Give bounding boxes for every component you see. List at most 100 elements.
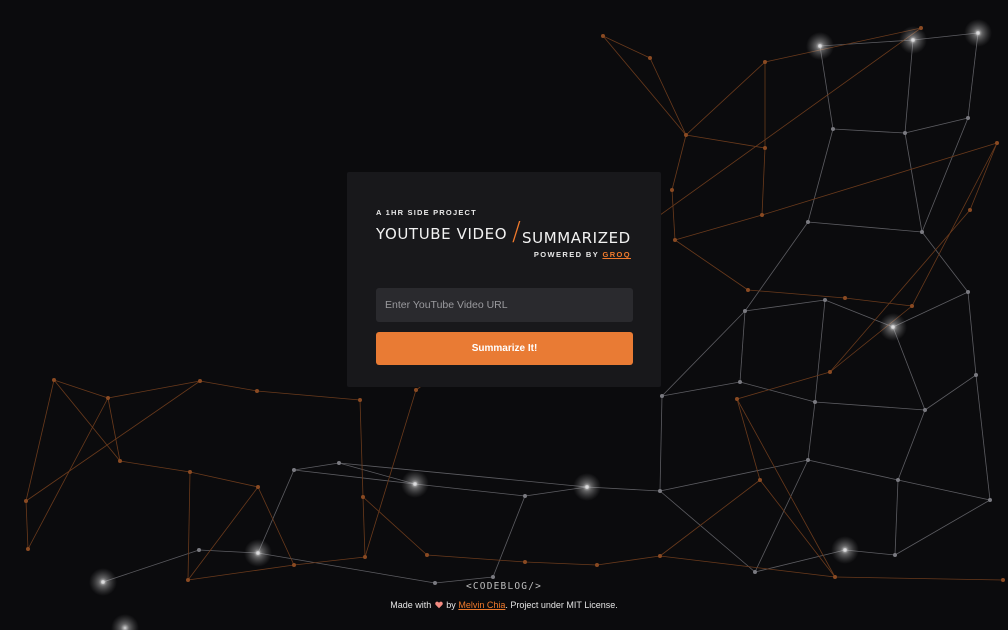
network-edge: [338, 462, 588, 488]
network-node: [831, 127, 835, 131]
network-node: [24, 499, 28, 503]
network-edge: [834, 576, 1004, 581]
network-node: [670, 188, 674, 192]
network-edge: [894, 479, 899, 556]
title-slash: /: [512, 217, 521, 247]
network-node: [893, 553, 897, 557]
network-edge: [293, 469, 416, 485]
network-edge: [759, 479, 836, 578]
network-edge: [187, 564, 295, 581]
network-node: [361, 495, 365, 499]
network-node: [833, 575, 837, 579]
network-edge: [27, 397, 109, 550]
network-node: [903, 131, 907, 135]
network-edge: [492, 495, 526, 578]
network-edge: [739, 381, 816, 403]
network-glow: [573, 473, 601, 501]
network-node: [896, 478, 900, 482]
network-edge: [807, 128, 834, 223]
network-node: [106, 396, 110, 400]
network-edge: [904, 132, 923, 233]
network-edge: [53, 379, 121, 462]
network-node: [523, 560, 527, 564]
network-edge: [761, 147, 766, 216]
network-edge: [256, 390, 361, 401]
network-edge: [674, 239, 749, 291]
network-node: [763, 146, 767, 150]
network-node: [923, 408, 927, 412]
network-node: [753, 570, 757, 574]
network-node: [974, 373, 978, 377]
network-node: [26, 547, 30, 551]
network-edge: [671, 189, 676, 241]
network-edge: [814, 299, 826, 403]
network-edge: [107, 380, 201, 399]
network-node: [966, 290, 970, 294]
network-edge: [924, 374, 977, 411]
network-node: [813, 400, 817, 404]
title-summarized: SUMMARIZED: [522, 229, 631, 247]
network-node: [52, 378, 56, 382]
network-edge: [671, 134, 687, 191]
network-node: [684, 133, 688, 137]
network-node: [255, 389, 259, 393]
network-edge: [659, 490, 756, 573]
network-edge: [362, 496, 366, 558]
title-youtube-video: YOUTUBE VIDEO: [376, 225, 508, 243]
network-edge: [736, 398, 761, 481]
network-edge: [199, 380, 258, 392]
network-node: [760, 213, 764, 217]
network-node: [648, 56, 652, 60]
network-edge: [293, 462, 340, 471]
network-edge: [969, 142, 998, 211]
network-node: [337, 461, 341, 465]
network-edge: [754, 459, 809, 573]
network-node: [673, 238, 677, 242]
network-node: [197, 548, 201, 552]
network-edge: [107, 397, 121, 462]
network-edge: [25, 380, 201, 502]
network-edge: [189, 471, 259, 488]
network-node: [256, 485, 260, 489]
network-edge: [659, 395, 663, 492]
author-link[interactable]: Melvin Chia: [458, 600, 505, 610]
network-edge: [844, 297, 913, 307]
network-edge: [187, 486, 259, 581]
network-node: [995, 141, 999, 145]
license-text: . Project under MIT License.: [505, 600, 618, 610]
network-glow: [401, 470, 429, 498]
network-node: [806, 458, 810, 462]
youtube-url-input[interactable]: [376, 288, 633, 322]
network-node: [828, 370, 832, 374]
network-edge: [685, 134, 766, 149]
network-edge: [659, 479, 761, 557]
network-glow: [831, 536, 859, 564]
network-node: [988, 498, 992, 502]
summarize-button[interactable]: Summarize It!: [376, 332, 633, 365]
network-edge: [685, 61, 766, 136]
network-edge: [744, 299, 826, 312]
footer-credit: Made with by Melvin Chia. Project under …: [0, 600, 1008, 610]
network-edge: [362, 496, 428, 556]
network-edge: [602, 35, 651, 59]
network-edge: [761, 142, 998, 216]
network-edge: [814, 401, 926, 411]
network-node: [920, 230, 924, 234]
network-edge: [807, 221, 923, 233]
network-edge: [807, 459, 899, 481]
network-edge: [102, 549, 200, 583]
network-edge: [829, 209, 971, 373]
network-edge: [894, 499, 991, 556]
network-edge: [602, 35, 687, 136]
network-edge: [921, 117, 969, 233]
network-glow: [964, 19, 992, 47]
network-edge: [897, 479, 991, 501]
network-edge: [807, 401, 816, 461]
network-edge: [975, 374, 991, 501]
network-node: [658, 489, 662, 493]
network-edge: [596, 555, 661, 566]
page-title: YOUTUBE VIDEO / SUMMARIZED: [376, 219, 632, 253]
network-node: [763, 60, 767, 64]
network-node: [658, 554, 662, 558]
network-edge: [359, 399, 364, 498]
